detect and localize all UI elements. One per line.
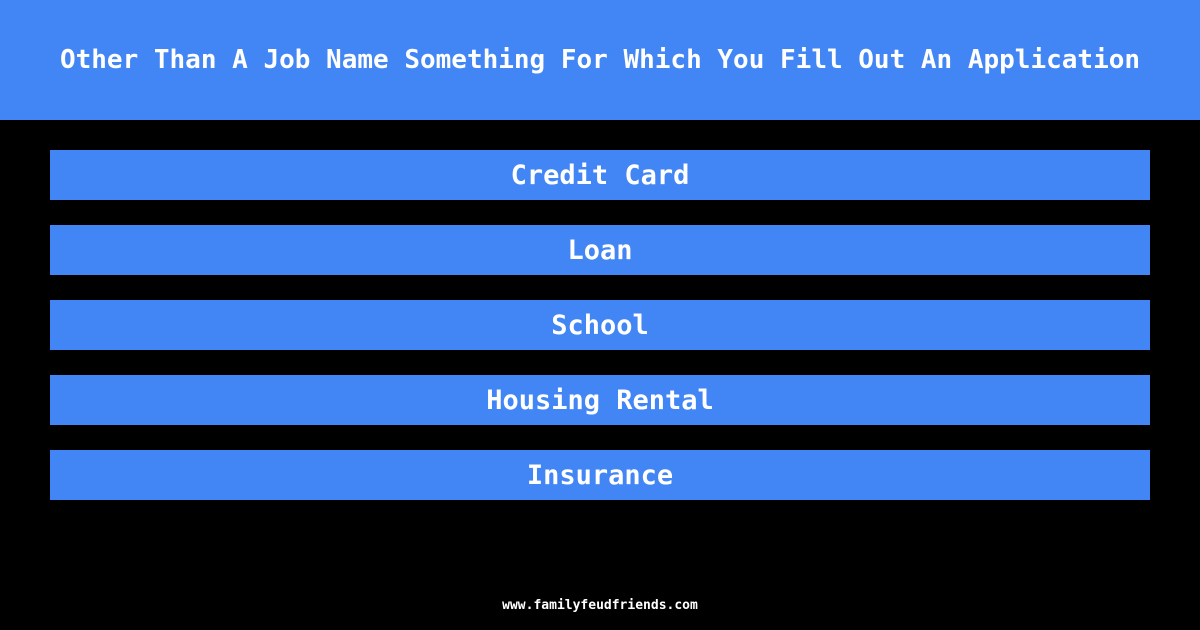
answer-bar: School — [50, 300, 1150, 350]
answer-bar: Credit Card — [50, 150, 1150, 200]
answer-bar: Housing Rental — [50, 375, 1150, 425]
answer-bar: Loan — [50, 225, 1150, 275]
answer-label: Loan — [567, 234, 633, 266]
answer-label: Housing Rental — [486, 384, 714, 416]
answer-label: Insurance — [526, 459, 674, 491]
answer-bar: Insurance — [50, 450, 1150, 500]
question-title: Other Than A Job Name Something For Whic… — [59, 45, 1141, 75]
site-url: www.familyfeudfriends.com — [502, 598, 698, 613]
question-header: Other Than A Job Name Something For Whic… — [0, 0, 1200, 120]
answer-label: School — [551, 309, 649, 341]
answer-label: Credit Card — [510, 159, 690, 191]
